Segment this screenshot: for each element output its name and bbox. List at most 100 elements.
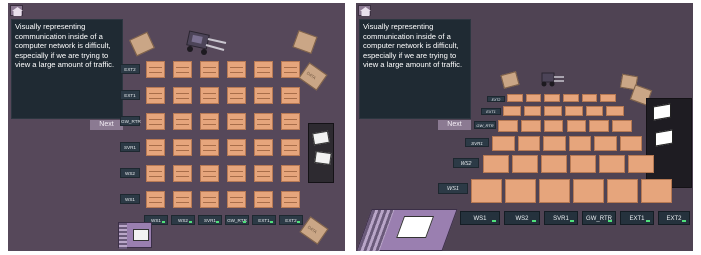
grid-cell <box>512 155 538 173</box>
col-label-ws1: WS1 <box>460 211 500 225</box>
outbox-node <box>356 209 458 251</box>
col-label-text: EXT2 <box>666 216 682 222</box>
grid-cell <box>227 61 246 78</box>
grid-cell <box>599 155 625 173</box>
grid-cell <box>254 139 273 156</box>
grid-cell <box>254 191 273 208</box>
grid-cell <box>539 179 570 203</box>
status-indicator <box>608 220 612 222</box>
grid-cell <box>173 139 192 156</box>
grid-cell <box>641 179 672 203</box>
grid-cell <box>520 120 541 132</box>
grid-cell <box>173 87 192 104</box>
col-label-text: WS2 <box>178 218 188 223</box>
grid-cell <box>200 113 219 130</box>
grid-cell <box>589 120 610 132</box>
grid-cell <box>200 87 219 104</box>
grid-cell <box>606 106 624 116</box>
outbox-stripes <box>119 223 127 249</box>
tutorial-textbox: Visually representing communication insi… <box>11 19 123 119</box>
envelope-icon <box>396 216 435 238</box>
col-label-text: WS1 <box>473 216 487 222</box>
grid-cell <box>581 94 598 102</box>
tutorial-message: Visually representing communication insi… <box>15 22 115 70</box>
grid-cell <box>541 155 567 173</box>
grid-cell <box>200 165 219 182</box>
status-indicator <box>646 220 650 222</box>
outbox-stripes <box>356 210 395 251</box>
row-label-ws1: WS1 <box>438 183 468 194</box>
col-label-text: WS1 <box>151 218 161 223</box>
col-label-text: EXT1 <box>629 216 645 222</box>
tutorial-message: Visually representing communication insi… <box>363 22 463 70</box>
row-label-ws1: WS1 <box>120 194 140 204</box>
home-button[interactable] <box>10 5 23 16</box>
row-label-gw-rtr: GW_RTR <box>120 116 141 126</box>
grid-cell <box>543 136 566 151</box>
inbox-node <box>308 123 334 183</box>
envelope-icon <box>655 129 673 147</box>
home-icon <box>360 7 371 16</box>
grid-cell <box>281 113 300 130</box>
grid-cell <box>254 165 273 182</box>
grid-cell <box>173 113 192 130</box>
grid-cell <box>281 87 300 104</box>
grid-cell <box>492 136 515 151</box>
status-indicator <box>682 220 686 222</box>
row-label-ext2: EXT2 <box>487 96 505 102</box>
grid-cell <box>585 106 604 116</box>
grid-cell <box>600 94 616 102</box>
next-button[interactable]: Next <box>90 120 123 130</box>
grid-cell <box>517 136 540 151</box>
grid-cell <box>200 61 219 78</box>
grid-cell <box>146 61 165 78</box>
grid-cell <box>525 94 542 102</box>
grid-cell <box>200 191 219 208</box>
col-label-text: SVR1 <box>553 216 569 222</box>
tutorial-textbox: Visually representing communication insi… <box>359 19 471 119</box>
grid-cell <box>568 136 591 151</box>
grid-cell <box>281 165 300 182</box>
crate-label: DATA <box>306 224 318 235</box>
status-indicator <box>570 220 574 222</box>
grid-cell <box>563 94 579 102</box>
forklift-icon <box>186 30 227 55</box>
col-label-ws2: WS2 <box>504 211 540 225</box>
grid-cell <box>227 113 246 130</box>
grid-cell <box>543 120 564 132</box>
grid-cell <box>227 165 246 182</box>
col-label-gw-rtr: GW_RTR <box>582 211 616 225</box>
col-label-ext2: EXT2 <box>658 211 690 225</box>
col-label-text: WS2 <box>515 216 529 222</box>
grid-cell <box>471 179 502 203</box>
top-down-view-panel: Visually representing communication insi… <box>8 3 345 251</box>
forklift-icon <box>541 72 564 87</box>
grid-cell <box>281 61 300 78</box>
grid-cell <box>503 106 521 116</box>
row-label-ws2: WS2 <box>453 158 479 168</box>
grid-cell <box>523 106 542 116</box>
grid-cell <box>612 120 632 132</box>
envelope-icon <box>312 130 330 146</box>
next-button[interactable]: Next <box>438 120 471 130</box>
outbox-node <box>118 222 152 249</box>
status-indicator <box>216 221 219 223</box>
grid-cell <box>281 191 300 208</box>
home-icon <box>12 7 23 16</box>
grid-cell <box>254 61 273 78</box>
grid-cell <box>565 106 583 116</box>
home-button[interactable] <box>358 5 371 16</box>
grid-cell <box>594 136 617 151</box>
grid-cell <box>227 191 246 208</box>
grid-cell <box>628 155 654 173</box>
grid-cell <box>483 155 509 173</box>
grid-cell <box>146 191 165 208</box>
crate <box>500 71 520 89</box>
row-label-svr1: SVR1 <box>465 138 489 147</box>
grid-cell <box>619 136 642 151</box>
grid-cell <box>146 113 165 130</box>
row-label-gw-rtr: GW_RTR <box>474 121 496 129</box>
status-indicator <box>532 220 536 222</box>
grid-cell <box>254 113 273 130</box>
grid-cell <box>505 179 536 203</box>
